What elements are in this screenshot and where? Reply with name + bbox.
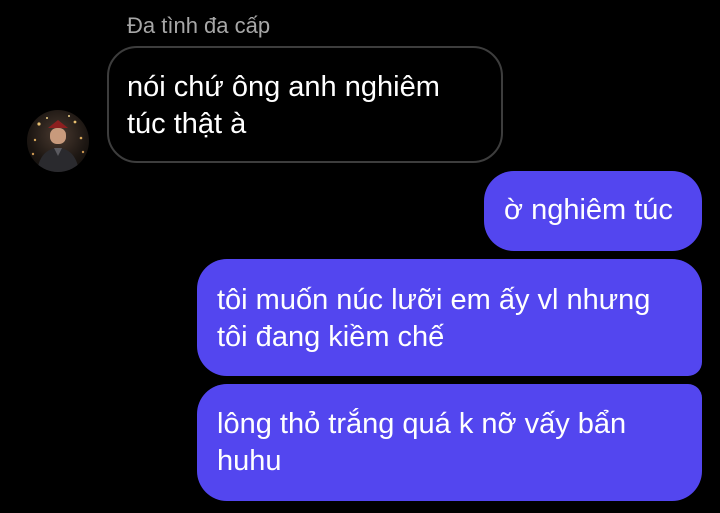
message-text-line: ờ nghiêm túc bbox=[504, 194, 673, 226]
sender-avatar[interactable] bbox=[27, 110, 89, 172]
message-text-line: lông thỏ trắng quá k nỡ vấy bẩn bbox=[217, 408, 627, 440]
user-avatar-photo-icon bbox=[31, 115, 85, 172]
outgoing-message-bubble[interactable]: lông thỏ trắng quá k nỡ vấy bẩn huhu bbox=[197, 384, 702, 501]
message-text-line: nói chứ ông anh nghiêm bbox=[127, 71, 440, 103]
incoming-message-bubble[interactable]: nói chứ ông anh nghiêm túc thật à bbox=[107, 46, 503, 163]
message-text-line: tôi đang kiềm chế bbox=[217, 321, 445, 353]
outgoing-message-bubble[interactable]: ờ nghiêm túc bbox=[484, 171, 702, 251]
message-text-line: huhu bbox=[217, 445, 282, 477]
outgoing-message-bubble[interactable]: tôi muốn núc lưỡi em ấy vl nhưng tôi đan… bbox=[197, 259, 702, 376]
message-text-line: túc thật à bbox=[127, 108, 247, 140]
message-text-line: tôi muốn núc lưỡi em ấy vl nhưng bbox=[217, 284, 651, 316]
sender-name: Đa tình đa cấp bbox=[127, 13, 271, 38]
